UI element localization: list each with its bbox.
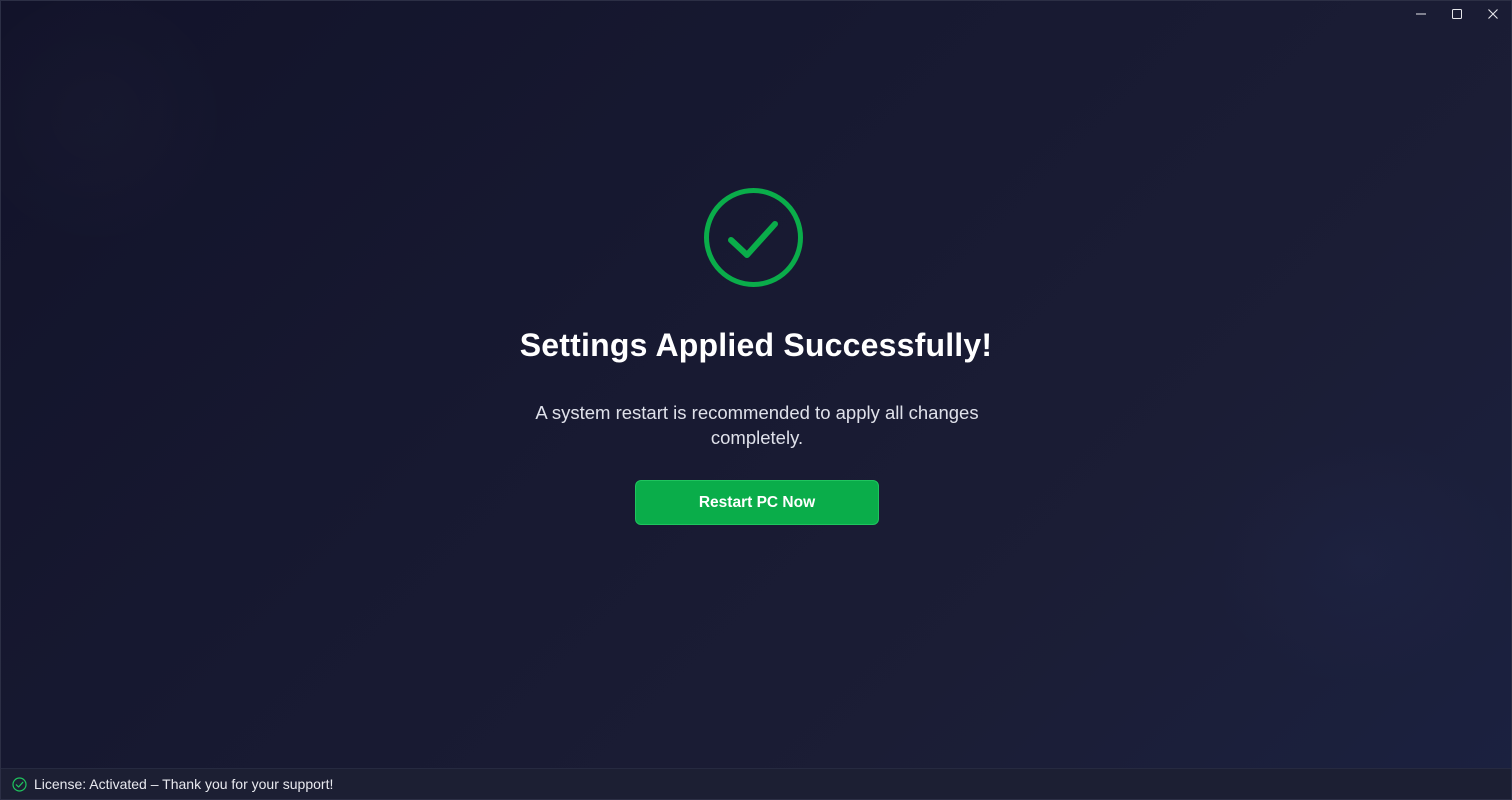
check-circle-icon [703, 187, 804, 288]
app-window: Settings Applied Successfully! A system … [0, 0, 1512, 800]
restart-message: A system restart is recommended to apply… [535, 402, 979, 448]
page-title: Settings Applied Successfully! [519, 327, 993, 363]
check-circle-small-icon [12, 776, 27, 792]
license-status-text: License: Activated – Thank you for your … [34, 776, 334, 792]
main-content: Settings Applied Successfully! A system … [1, 1, 1511, 771]
status-bar: License: Activated – Thank you for your … [1, 768, 1511, 799]
restart-pc-button[interactable]: Restart PC Now [635, 480, 879, 525]
